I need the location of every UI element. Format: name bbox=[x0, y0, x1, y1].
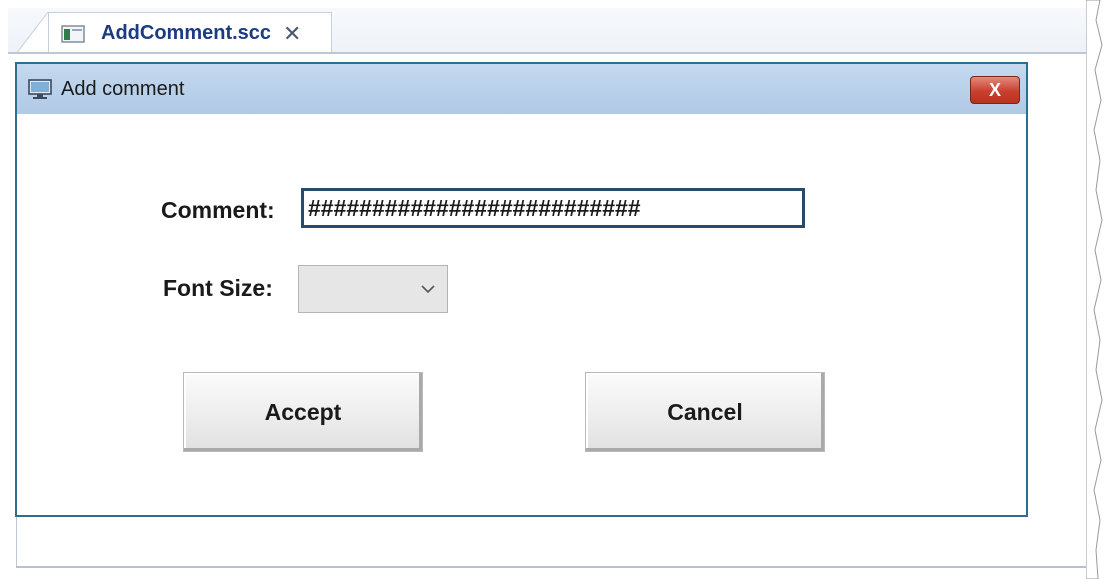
torn-edge bbox=[1086, 0, 1103, 579]
editor-bottom-border bbox=[16, 566, 1094, 568]
accept-button[interactable]: Accept bbox=[183, 372, 423, 452]
close-icon: X bbox=[988, 79, 1001, 100]
dialog-titlebar[interactable]: Add comment X bbox=[17, 64, 1026, 114]
chevron-down-icon bbox=[421, 285, 435, 294]
cancel-button[interactable]: Cancel bbox=[585, 372, 825, 452]
document-icon bbox=[61, 24, 85, 43]
add-comment-dialog: Add comment X Comment: Font Size: Accept… bbox=[15, 62, 1028, 517]
comment-input[interactable] bbox=[301, 188, 805, 228]
dialog-close-button[interactable]: X bbox=[970, 76, 1020, 104]
tab-addcomment[interactable]: AddComment.scc ✕ bbox=[48, 12, 332, 54]
window-icon bbox=[28, 79, 52, 99]
font-size-select[interactable] bbox=[298, 265, 448, 313]
cancel-button-label: Cancel bbox=[667, 398, 743, 425]
comment-label: Comment: bbox=[161, 197, 275, 223]
tab-slant bbox=[16, 12, 50, 54]
tab-close-icon[interactable]: ✕ bbox=[283, 22, 301, 45]
font-size-label: Font Size: bbox=[163, 275, 273, 301]
dialog-title: Add comment bbox=[61, 77, 185, 100]
tab-title: AddComment.scc bbox=[101, 22, 272, 44]
accept-button-label: Accept bbox=[264, 398, 342, 425]
tab-strip-divider bbox=[8, 52, 1088, 54]
